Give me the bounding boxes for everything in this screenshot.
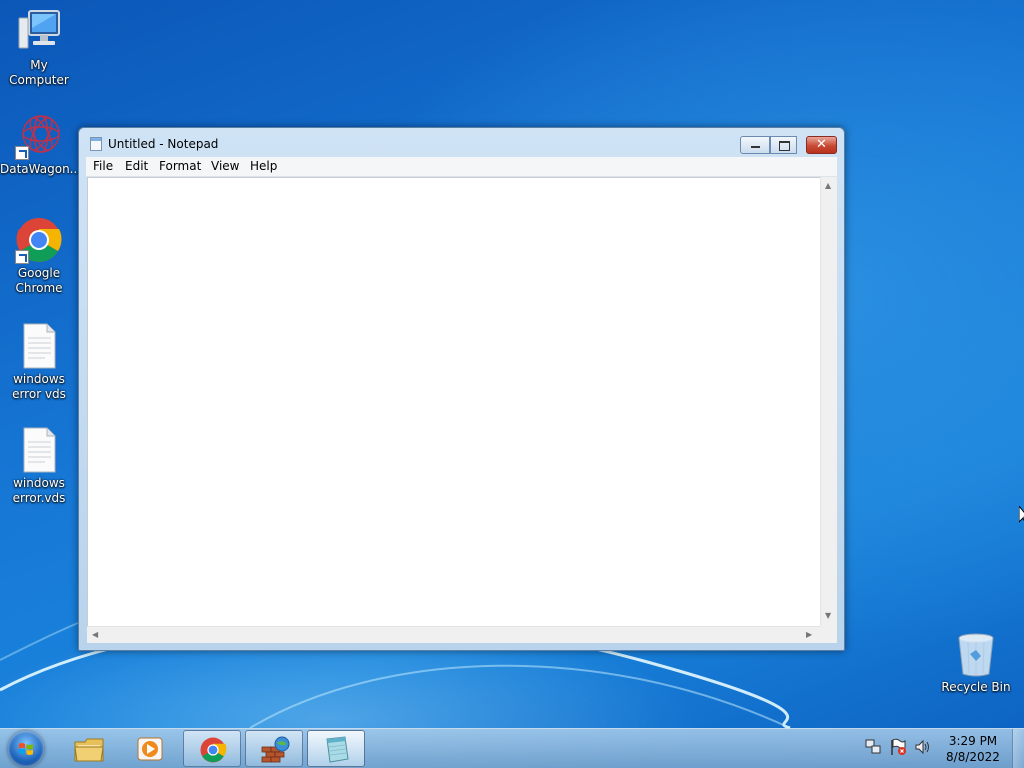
desktop-icon-label: windows error vds xyxy=(12,372,66,401)
clock-date: 8/8/2022 xyxy=(946,750,1000,764)
menu-format[interactable]: Format xyxy=(159,159,201,173)
vertical-scrollbar[interactable]: ▲ ▼ xyxy=(820,177,837,626)
notepad-icon xyxy=(90,137,102,151)
taskbar: 3:29 PM 8/8/2022 xyxy=(0,728,1024,768)
desktop-icon-datawagon[interactable]: DataWagon... xyxy=(0,112,82,177)
resize-grip[interactable] xyxy=(820,626,837,643)
menu-bar: File Edit Format View Help xyxy=(86,157,837,177)
notepad-titlebar[interactable]: Untitled - Notepad ✕ xyxy=(79,128,844,158)
text-file-icon xyxy=(15,322,63,370)
maximize-button[interactable] xyxy=(770,136,797,154)
desktop-icon-label: windows error.vds xyxy=(12,476,66,505)
desktop-icon-windows-error-vds-2[interactable]: windows error.vds xyxy=(0,426,78,506)
close-icon: ✕ xyxy=(816,137,827,152)
desktop-icon-label: My Computer xyxy=(9,58,69,87)
scroll-down-arrow-icon[interactable]: ▼ xyxy=(825,612,831,620)
windows-logo-icon xyxy=(19,743,33,755)
desktop-icon-my-computer[interactable]: My Computer xyxy=(0,8,78,88)
text-file-icon xyxy=(15,426,63,474)
notepad-icon xyxy=(326,736,349,763)
desktop-icon-recycle-bin[interactable]: Recycle Bin xyxy=(940,630,1012,695)
network-icon[interactable] xyxy=(864,738,882,756)
desktop-icon-google-chrome[interactable]: Google Chrome xyxy=(0,216,78,296)
window-title: Untitled - Notepad xyxy=(108,137,219,151)
clock-time: 3:29 PM xyxy=(948,734,998,748)
taskbar-firewall[interactable] xyxy=(245,730,303,767)
menu-file[interactable]: File xyxy=(93,159,113,173)
text-editor-area[interactable] xyxy=(87,177,820,626)
chrome-icon xyxy=(15,216,63,264)
action-center-flag-icon[interactable] xyxy=(889,738,907,756)
recycle-bin-icon xyxy=(952,630,1000,678)
taskbar-file-explorer[interactable] xyxy=(60,730,118,767)
menu-help[interactable]: Help xyxy=(250,159,277,173)
taskbar-chrome[interactable] xyxy=(183,730,241,767)
computer-icon xyxy=(15,8,63,56)
datawagon-icon xyxy=(15,112,63,160)
scroll-up-arrow-icon[interactable]: ▲ xyxy=(825,182,831,190)
firewall-icon xyxy=(261,736,290,763)
horizontal-scrollbar[interactable]: ◀ ▶ xyxy=(87,626,820,643)
menu-edit[interactable]: Edit xyxy=(125,159,148,173)
desktop-icon-label: Google Chrome xyxy=(15,266,63,295)
minimize-button[interactable] xyxy=(740,136,770,154)
mouse-cursor-icon xyxy=(1019,506,1024,523)
volume-icon[interactable] xyxy=(914,738,932,756)
shortcut-arrow-icon xyxy=(15,250,29,264)
close-button[interactable]: ✕ xyxy=(806,136,837,154)
taskbar-media-player[interactable] xyxy=(121,730,179,767)
start-button[interactable] xyxy=(8,731,44,767)
show-desktop-button[interactable] xyxy=(1012,729,1024,768)
chrome-icon xyxy=(200,737,227,763)
notepad-window[interactable]: Untitled - Notepad ✕ File Edit Format Vi… xyxy=(78,127,845,651)
desktop-icon-windows-error-vds-1[interactable]: windows error vds xyxy=(0,322,78,402)
scroll-right-arrow-icon[interactable]: ▶ xyxy=(806,631,812,639)
desktop-icon-label: Recycle Bin xyxy=(941,680,1011,694)
taskbar-clock[interactable]: 3:29 PM 8/8/2022 xyxy=(940,733,1006,765)
shortcut-arrow-icon xyxy=(15,146,29,160)
scroll-left-arrow-icon[interactable]: ◀ xyxy=(92,631,98,639)
menu-view[interactable]: View xyxy=(211,159,239,173)
media-player-icon xyxy=(137,737,163,761)
folder-icon xyxy=(74,738,104,762)
maximize-icon xyxy=(779,141,790,151)
taskbar-notepad[interactable] xyxy=(307,730,365,767)
minimize-icon xyxy=(751,146,760,148)
desktop-icon-label: DataWagon... xyxy=(0,162,82,176)
